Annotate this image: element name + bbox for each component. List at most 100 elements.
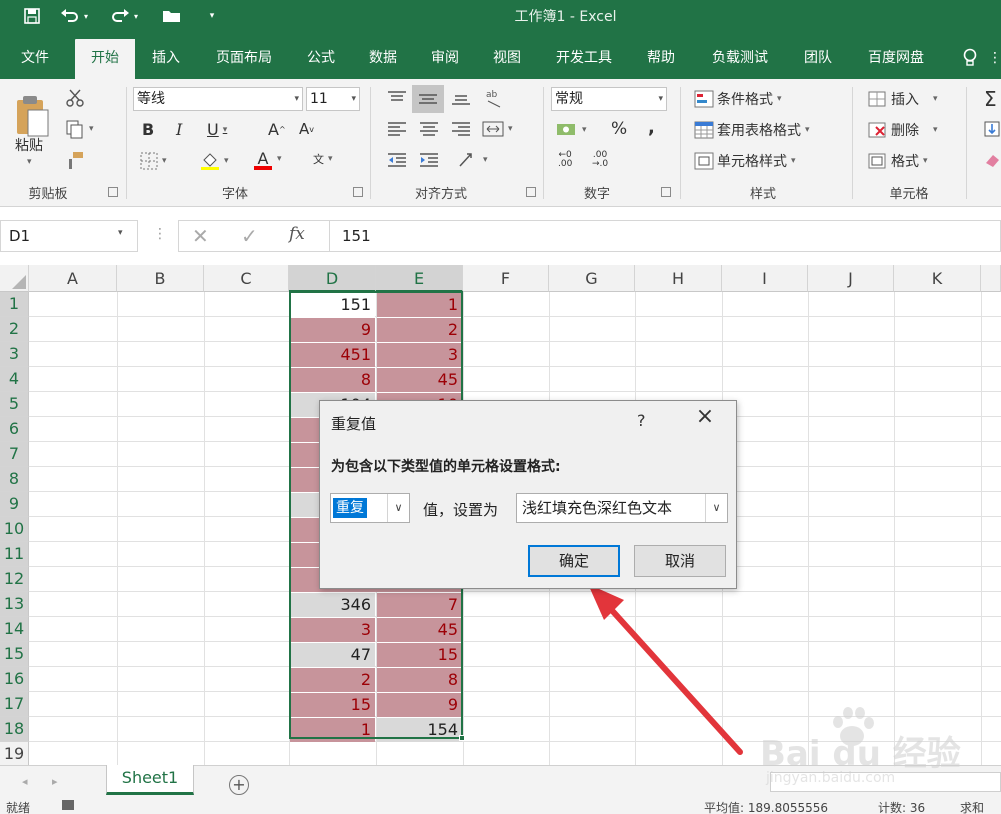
- format-style-select[interactable]: 浅红填充色深红色文本 ∨: [516, 493, 728, 523]
- alignment-launcher-icon[interactable]: [526, 187, 536, 197]
- ok-button[interactable]: 确定: [528, 545, 620, 577]
- format-as-table-button[interactable]: 套用表格格式 ▾: [694, 120, 810, 140]
- close-icon[interactable]: ×: [694, 406, 716, 429]
- align-bottom-icon[interactable]: [450, 89, 472, 107]
- align-left-icon[interactable]: [386, 120, 408, 138]
- merge-center-icon[interactable]: ▾: [482, 120, 513, 138]
- align-right-icon[interactable]: [450, 120, 472, 138]
- underline-icon[interactable]: U ▾: [207, 120, 227, 139]
- tab-review[interactable]: 审阅: [422, 46, 468, 79]
- tab-data[interactable]: 数据: [360, 46, 406, 79]
- conditional-formatting-button[interactable]: 条件格式 ▾: [694, 89, 782, 109]
- tab-load-test[interactable]: 负载测试: [700, 46, 780, 79]
- scroll-next-sheet-icon[interactable]: ▸: [52, 775, 58, 788]
- percent-style-icon[interactable]: %: [611, 119, 627, 139]
- row-header[interactable]: 16: [0, 667, 29, 692]
- tab-home[interactable]: 开始: [75, 39, 135, 79]
- borders-icon[interactable]: ▾: [140, 152, 167, 170]
- cell-d17[interactable]: 15: [290, 693, 375, 717]
- comma-style-icon[interactable]: ,: [648, 117, 655, 138]
- column-header-d[interactable]: D: [289, 265, 376, 292]
- decrease-decimal-icon[interactable]: .00 →.0: [592, 151, 608, 169]
- tab-formulas[interactable]: 公式: [298, 46, 344, 79]
- column-header-e[interactable]: E: [376, 265, 463, 292]
- phonetic-icon[interactable]: 文 ▾: [313, 151, 333, 167]
- cell-e14[interactable]: 45: [377, 618, 462, 642]
- increase-indent-icon[interactable]: [418, 151, 440, 169]
- font-launcher-icon[interactable]: [353, 187, 363, 197]
- row-header[interactable]: 10: [0, 517, 29, 542]
- tab-file[interactable]: 文件: [12, 46, 58, 79]
- cell-d18[interactable]: 1: [290, 718, 375, 742]
- cell-e18[interactable]: 154: [377, 718, 462, 742]
- column-header-j[interactable]: J: [808, 265, 894, 292]
- font-size-combo[interactable]: 11 ▾: [306, 87, 360, 111]
- paste-button[interactable]: 粘贴: [15, 135, 43, 155]
- decrease-font-icon[interactable]: Av: [299, 120, 314, 138]
- cell-d4[interactable]: 8: [290, 368, 375, 392]
- cell-e16[interactable]: 8: [377, 668, 462, 692]
- tab-baidu-netdisk[interactable]: 百度网盘: [858, 46, 934, 79]
- row-header[interactable]: 12: [0, 567, 29, 592]
- column-header-a[interactable]: A: [29, 265, 117, 292]
- autosum-icon[interactable]: Σ: [984, 87, 997, 111]
- formula-input[interactable]: 151: [330, 220, 1001, 252]
- font-color-icon[interactable]: A: [254, 149, 272, 170]
- align-middle-icon[interactable]: [412, 85, 444, 113]
- cell-d2[interactable]: 9: [290, 318, 375, 342]
- align-top-icon[interactable]: [386, 89, 408, 107]
- row-header[interactable]: 11: [0, 542, 29, 567]
- text-direction-icon[interactable]: ▾: [457, 151, 488, 169]
- cell-e2[interactable]: 2: [377, 318, 462, 342]
- clipboard-launcher-icon[interactable]: [108, 187, 118, 197]
- orientation-icon[interactable]: ab: [484, 87, 506, 109]
- tab-insert[interactable]: 插入: [143, 46, 189, 79]
- tab-help[interactable]: 帮助: [638, 46, 684, 79]
- value-type-select[interactable]: 重复 ∨: [330, 493, 410, 523]
- cell-d16[interactable]: 2: [290, 668, 375, 692]
- tab-developer[interactable]: 开发工具: [546, 46, 622, 79]
- cell-e13[interactable]: 7: [377, 593, 462, 617]
- font-color-dropdown-icon[interactable]: ▾: [277, 154, 282, 164]
- column-header-i[interactable]: I: [722, 265, 808, 292]
- paste-dropdown-icon[interactable]: ▾: [27, 157, 32, 167]
- insert-cells-button[interactable]: 插入 ▾: [868, 89, 938, 109]
- cancel-button[interactable]: 取消: [634, 545, 726, 577]
- enter-icon[interactable]: ✓: [241, 224, 258, 248]
- macro-record-icon[interactable]: [62, 800, 74, 810]
- format-painter-icon[interactable]: [65, 150, 85, 170]
- row-header[interactable]: 13: [0, 592, 29, 617]
- row-header[interactable]: 15: [0, 642, 29, 667]
- cell-e1[interactable]: 1: [377, 293, 462, 317]
- copy-icon[interactable]: ▾: [65, 119, 94, 139]
- help-icon[interactable]: ?: [637, 411, 646, 430]
- clear-icon[interactable]: [984, 152, 1000, 168]
- increase-decimal-icon[interactable]: ←0.00: [558, 151, 572, 169]
- scroll-prev-sheet-icon[interactable]: ◂: [22, 775, 28, 788]
- column-header-partial[interactable]: [981, 265, 1001, 292]
- tab-team[interactable]: 团队: [795, 46, 841, 79]
- row-header[interactable]: 2: [0, 317, 29, 342]
- cell-d13[interactable]: 346: [290, 593, 375, 617]
- row-header[interactable]: 4: [0, 367, 29, 392]
- column-header-b[interactable]: B: [117, 265, 204, 292]
- increase-font-icon[interactable]: A ^: [268, 120, 286, 139]
- row-header[interactable]: 6: [0, 417, 29, 442]
- decrease-indent-icon[interactable]: [386, 151, 408, 169]
- align-center-icon[interactable]: [418, 120, 440, 138]
- cell-e15[interactable]: 15: [377, 643, 462, 667]
- row-header[interactable]: 3: [0, 342, 29, 367]
- cell-d3[interactable]: 451: [290, 343, 375, 367]
- share-icon[interactable]: ⋮: [988, 46, 1001, 70]
- row-header[interactable]: 17: [0, 692, 29, 717]
- row-header[interactable]: 1: [0, 292, 29, 317]
- select-all-button[interactable]: [0, 265, 29, 292]
- cell-d15[interactable]: 47: [290, 643, 375, 667]
- chevron-down-icon[interactable]: ∨: [705, 494, 727, 522]
- delete-cells-button[interactable]: 删除 ▾: [868, 120, 938, 140]
- italic-icon[interactable]: I: [176, 120, 182, 139]
- column-header-k[interactable]: K: [894, 265, 981, 292]
- cell-styles-button[interactable]: 单元格样式 ▾: [694, 151, 796, 171]
- column-header-h[interactable]: H: [635, 265, 722, 292]
- format-cells-button[interactable]: 格式 ▾: [868, 151, 928, 171]
